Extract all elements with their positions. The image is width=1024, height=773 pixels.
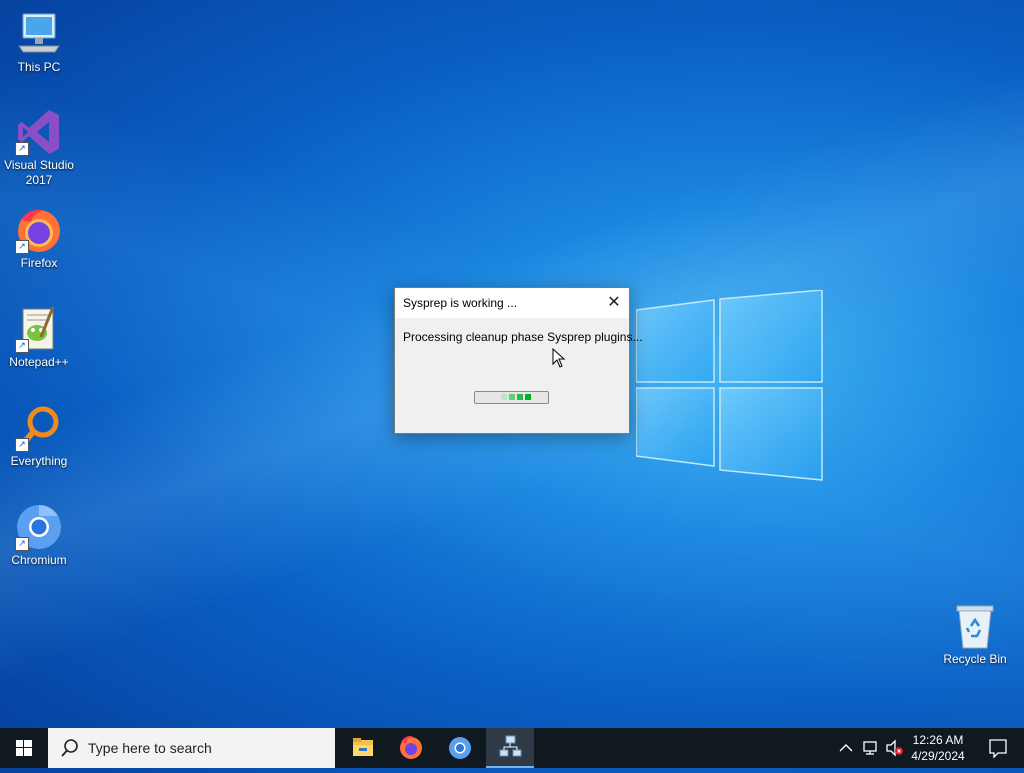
everything-icon: ↗ [15,404,63,452]
start-button[interactable] [0,728,48,768]
desktop-icon-notepadpp[interactable]: ↗ Notepad++ [1,305,77,370]
notification-icon [989,739,1007,759]
taskbar-search-box[interactable]: Type here to search [48,728,335,768]
desktop-icon-recycle-bin[interactable]: Recycle Bin [937,602,1013,667]
shortcut-arrow-icon: ↗ [15,438,29,452]
desktop-icon-everything[interactable]: ↗ Everything [1,404,77,469]
search-placeholder: Type here to search [88,740,212,756]
progress-chunk [509,394,515,400]
action-center-button[interactable] [978,728,1018,768]
chromium-icon: ↗ [15,503,63,551]
clock-date: 4/29/2024 [911,749,965,763]
clock[interactable]: 12:26 AM 4/29/2024 [908,732,968,764]
windows-wallpaper-logo [636,290,823,481]
firefox-icon: ↗ [15,206,63,254]
shortcut-arrow-icon: ↗ [15,339,29,353]
taskbar: Type here to search 12:26 AM 4/29/2024 [0,728,1024,768]
volume-muted-icon[interactable] [885,739,905,757]
windows-start-icon [16,740,32,756]
taskbar-app-file-explorer[interactable] [339,728,387,768]
desktop-icon-chromium[interactable]: ↗ Chromium [1,503,77,568]
desktop-icon-label: Recycle Bin [943,652,1007,666]
shortcut-arrow-icon: ↗ [15,537,29,551]
desktop-icon-label: Chromium [11,553,67,567]
desktop-icon-label: This PC [17,60,61,74]
sysprep-icon [499,735,522,757]
folder-icon [353,738,373,756]
firefox-icon [400,735,422,759]
close-icon: ✕ [607,294,621,311]
close-button[interactable]: ✕ [599,288,629,318]
dialog-message: Processing cleanup phase Sysprep plugins… [403,330,643,344]
computer-icon [15,10,63,58]
clock-time: 12:26 AM [912,733,964,747]
taskbar-app-firefox[interactable] [387,728,435,768]
progress-chunk [501,394,507,400]
dialog-title: Sysprep is working ... [403,296,518,310]
taskbar-app-chromium[interactable] [436,728,484,768]
desktop-icon-this-pc[interactable]: This PC [1,10,77,75]
desktop-icon-label: Everything [10,454,68,468]
taskbar-app-sysprep[interactable] [486,728,534,768]
mouse-cursor-icon [552,348,566,368]
search-icon [61,739,78,757]
chromium-icon [449,737,471,759]
desktop-icon-firefox[interactable]: ↗ Firefox [1,206,77,271]
desktop-icon-visual-studio[interactable]: ↗ Visual Studio 2017 [1,108,77,188]
desktop-icon-label: Notepad++ [9,355,69,369]
progress-bar [474,391,549,404]
shortcut-arrow-icon: ↗ [15,142,29,156]
desktop-icon-label: Firefox [20,256,58,270]
visual-studio-icon: ↗ [15,108,63,156]
desktop-icon-label: Visual Studio 2017 [4,158,74,187]
progress-chunk [517,394,523,400]
sysprep-dialog: Sysprep is working ... ✕ Processing clea… [394,287,642,434]
progress-chunk [525,394,531,400]
notepadpp-icon: ↗ [15,305,63,353]
dialog-titlebar[interactable]: Sysprep is working ... ✕ [395,288,629,318]
recycle-bin-icon [951,602,999,650]
network-icon[interactable] [862,739,880,757]
chevron-up-icon[interactable] [838,740,854,756]
shortcut-arrow-icon: ↗ [15,240,29,254]
